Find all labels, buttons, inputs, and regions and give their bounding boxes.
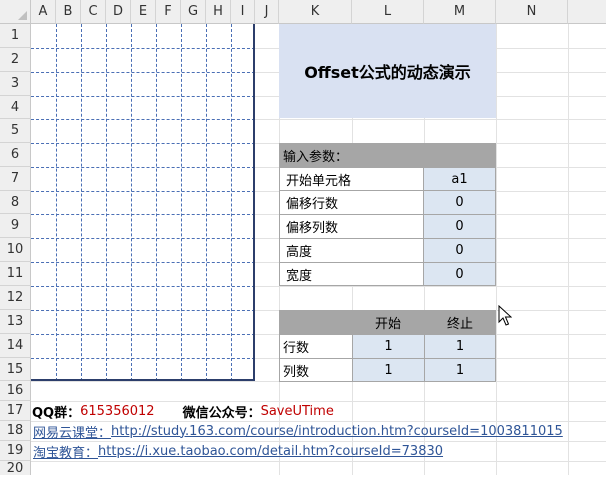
col-header-l[interactable]: L: [352, 0, 424, 24]
param-label-start-cell: 开始单元格: [279, 167, 424, 191]
col-header-k[interactable]: K: [279, 0, 352, 24]
row-header-13[interactable]: 13: [0, 310, 31, 334]
netease-label: 网易云课堂：: [33, 425, 112, 441]
col-header-b[interactable]: B: [56, 0, 81, 24]
row-header-10[interactable]: 10: [0, 238, 31, 262]
wechat-label: 微信公众号：: [182, 405, 261, 421]
col-header-c[interactable]: C: [81, 0, 106, 24]
col-header-a[interactable]: A: [31, 0, 56, 24]
page-title: Offset公式的动态演示: [279, 24, 496, 118]
row-header-5[interactable]: 5: [0, 119, 31, 143]
col-header-e[interactable]: E: [131, 0, 156, 24]
mouse-pointer-icon: [498, 305, 512, 326]
params-header: 输入参数：: [279, 143, 496, 167]
wechat-value: SaveUTime: [260, 403, 334, 419]
row-header-7[interactable]: 7: [0, 167, 31, 191]
result-row-label-cols: 列数: [279, 358, 353, 382]
row-header-16[interactable]: 16: [0, 381, 31, 401]
result-cols-end: 1: [424, 358, 496, 382]
param-label-col-offset: 偏移列数: [279, 214, 424, 239]
row-header-4[interactable]: 4: [0, 96, 31, 119]
row-header-17[interactable]: 17: [0, 401, 31, 421]
param-label-width: 宽度: [279, 262, 424, 286]
demo-grid-border: [31, 24, 255, 381]
row-header-18[interactable]: 18: [0, 421, 31, 441]
taobao-link[interactable]: 淘宝教育： https://i.xue.taobao.com/detail.htm…: [33, 441, 443, 461]
col-header-m[interactable]: M: [424, 0, 496, 24]
col-header-f[interactable]: F: [156, 0, 181, 24]
col-header-n[interactable]: N: [496, 0, 568, 24]
col-header-i[interactable]: I: [231, 0, 255, 24]
col-header-j[interactable]: J: [255, 0, 279, 24]
select-all-corner[interactable]: [0, 0, 31, 24]
row-header-1[interactable]: 1: [0, 24, 31, 48]
param-label-height: 高度: [279, 238, 424, 263]
col-header-d[interactable]: D: [106, 0, 131, 24]
col-header-h[interactable]: H: [206, 0, 231, 24]
param-value-col-offset[interactable]: 0: [423, 214, 496, 239]
param-value-height[interactable]: 0: [423, 238, 496, 263]
result-cols-start: 1: [352, 358, 425, 382]
netease-link[interactable]: 网易云课堂： http://study.163.com/course/introd…: [33, 421, 563, 441]
gridline: [31, 461, 606, 462]
netease-url: http://study.163.com/course/introduction…: [111, 423, 563, 439]
row-header-8[interactable]: 8: [0, 191, 31, 214]
row-header-12[interactable]: 12: [0, 286, 31, 310]
result-rows-end: 1: [424, 334, 496, 359]
param-value-row-offset[interactable]: 0: [423, 190, 496, 215]
param-value-width[interactable]: 0: [423, 262, 496, 286]
qq-label: QQ群：: [32, 405, 81, 421]
row-header-3[interactable]: 3: [0, 72, 31, 96]
row-header-2[interactable]: 2: [0, 48, 31, 72]
result-col-start: 开始: [352, 310, 424, 334]
row-header-19[interactable]: 19: [0, 441, 31, 461]
taobao-label: 淘宝教育：: [33, 445, 99, 461]
row-header-15[interactable]: 15: [0, 358, 31, 381]
row-header-14[interactable]: 14: [0, 334, 31, 358]
row-header-9[interactable]: 9: [0, 214, 31, 238]
row-header-6[interactable]: 6: [0, 143, 31, 167]
row-header-20[interactable]: 20: [0, 461, 31, 476]
gridline: [496, 24, 497, 475]
taobao-url: https://i.xue.taobao.com/detail.htm?cour…: [98, 443, 444, 459]
col-header-g[interactable]: G: [181, 0, 206, 24]
result-row-label-rows: 行数: [279, 334, 353, 359]
result-col-end: 终止: [424, 310, 496, 334]
contact-info-row: QQ群： 615356012 微信公众号： SaveUTime: [32, 401, 334, 421]
spreadsheet: A B C D E F G H I J K L M N 1 2 3 4 5 6 …: [0, 0, 606, 476]
qq-value: 615356012: [80, 403, 155, 419]
col-header-o[interactable]: [568, 0, 606, 24]
row-header-11[interactable]: 11: [0, 262, 31, 286]
result-header-blank: [279, 310, 352, 334]
param-value-start-cell[interactable]: a1: [423, 167, 496, 191]
result-rows-start: 1: [352, 334, 425, 359]
gridline: [568, 24, 569, 475]
param-label-row-offset: 偏移行数: [279, 190, 424, 215]
